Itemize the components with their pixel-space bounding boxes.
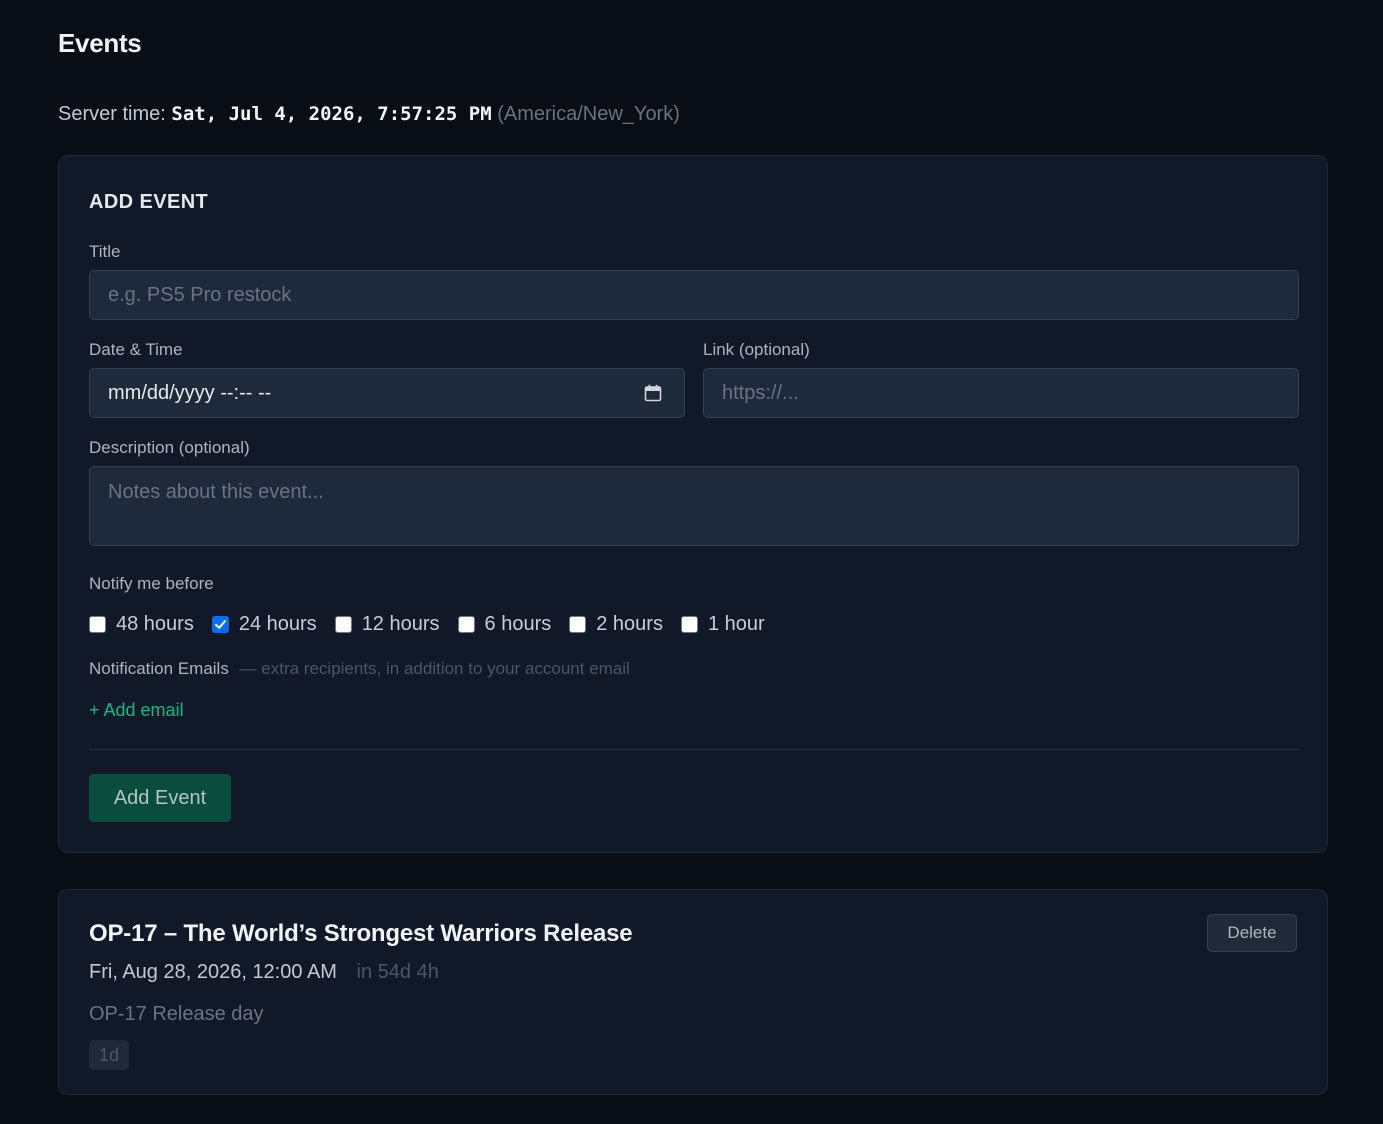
add-event-card: ADD EVENT Title e.g. PS5 Pro restock Dat…	[58, 155, 1328, 853]
server-timezone: (America/New_York)	[497, 103, 680, 125]
add-event-button[interactable]: Add Event	[89, 774, 231, 822]
title-label: Title	[89, 242, 121, 261]
notify-option-label: 1 hour	[707, 613, 765, 635]
notify-checkbox-48h[interactable]	[89, 616, 106, 633]
description-placeholder: Notes about this event...	[108, 481, 324, 503]
event-title: OP-17 – The World’s Strongest Warriors R…	[89, 920, 633, 947]
notify-option-1h[interactable]: 1 hour	[680, 613, 765, 636]
notify-option-label: 48 hours	[116, 613, 194, 635]
notify-option-label: 24 hours	[238, 613, 317, 635]
form-divider	[89, 749, 1299, 750]
event-relative-time: in 54d 4h	[356, 961, 439, 983]
datetime-input[interactable]: mm/dd/yyyy --:-- --	[89, 368, 685, 418]
notify-option-12h[interactable]: 12 hours	[334, 613, 440, 636]
notify-option-label: 2 hours	[596, 613, 663, 635]
description-textarea[interactable]: Notes about this event...	[89, 466, 1299, 546]
events-page: Events Server time: Sat, Jul 4, 2026, 7:…	[0, 0, 1383, 1124]
event-card: OP-17 – The World’s Strongest Warriors R…	[58, 889, 1328, 1095]
notify-checkbox-12h[interactable]	[334, 616, 352, 633]
calendar-icon[interactable]	[644, 384, 662, 402]
server-time-value: Sat, Jul 4, 2026, 7:57:25 PM	[171, 103, 492, 125]
event-description: OP-17 Release day	[89, 1003, 264, 1025]
notify-option-48h[interactable]: 48 hours	[89, 613, 194, 636]
notify-checkbox-6h[interactable]	[457, 616, 475, 633]
server-time: Server time: Sat, Jul 4, 2026, 7:57:25 P…	[58, 103, 680, 126]
notify-checkbox-24h[interactable]	[211, 616, 229, 633]
add-event-heading: ADD EVENT	[89, 191, 209, 213]
notify-options: 48 hours 24 hours 12 hours 6 hours 2 hou…	[89, 613, 783, 636]
notify-checkbox-2h[interactable]	[569, 616, 587, 633]
notification-emails-hint: — extra recipients, in addition to your …	[239, 659, 630, 678]
notify-checkbox-1h[interactable]	[680, 616, 698, 633]
datetime-value: mm/dd/yyyy --:-- --	[108, 381, 272, 404]
title-placeholder: e.g. PS5 Pro restock	[108, 283, 292, 306]
checkmark-icon	[214, 620, 226, 629]
notify-option-24h[interactable]: 24 hours	[211, 613, 317, 636]
notify-option-label: 6 hours	[484, 613, 552, 635]
notify-option-6h[interactable]: 6 hours	[457, 613, 552, 636]
link-input[interactable]: https://...	[703, 368, 1299, 418]
description-label: Description (optional)	[89, 438, 250, 457]
server-time-label: Server time:	[58, 103, 166, 125]
link-placeholder: https://...	[722, 381, 799, 404]
page-title: Events	[58, 28, 142, 58]
notification-emails: Notification Emails — extra recipients, …	[89, 659, 630, 679]
notify-label: Notify me before	[89, 574, 214, 593]
title-input[interactable]: e.g. PS5 Pro restock	[89, 270, 1299, 320]
notify-option-2h[interactable]: 2 hours	[569, 613, 663, 636]
datetime-label: Date & Time	[89, 340, 183, 359]
notify-option-label: 12 hours	[361, 613, 440, 635]
event-datetime-value: Fri, Aug 28, 2026, 12:00 AM	[89, 961, 337, 983]
notification-emails-label: Notification Emails	[89, 659, 229, 678]
delete-button[interactable]: Delete	[1207, 914, 1297, 952]
reminder-badge: 1d	[89, 1040, 130, 1070]
event-datetime: Fri, Aug 28, 2026, 12:00 AM in 54d 4h	[89, 961, 439, 984]
link-label: Link (optional)	[703, 340, 810, 359]
add-email-link[interactable]: + Add email	[89, 700, 184, 721]
